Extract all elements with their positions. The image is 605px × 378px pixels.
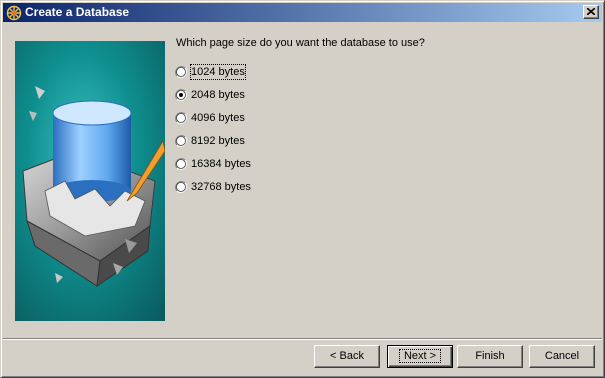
radio-button-icon[interactable] xyxy=(175,66,187,78)
close-button[interactable] xyxy=(583,5,599,19)
database-illustration xyxy=(15,41,165,321)
create-database-dialog: Create a Database Which page size do you… xyxy=(0,0,605,378)
window-title: Create a Database xyxy=(25,5,130,19)
finish-button[interactable]: Finish xyxy=(457,345,523,368)
radio-button-icon[interactable] xyxy=(175,158,187,170)
radio-label[interactable]: 4096 bytes xyxy=(191,111,245,125)
database-wizard-icon xyxy=(6,5,22,21)
radio-label[interactable]: 32768 bytes xyxy=(191,180,251,194)
title-bar[interactable]: Create a Database xyxy=(3,3,602,22)
next-button[interactable]: Next > xyxy=(387,345,453,368)
button-area-separator xyxy=(3,338,602,340)
next-button-label: Next > xyxy=(398,349,442,363)
radio-label[interactable]: 1024 bytes xyxy=(190,64,246,80)
radio-button-icon[interactable] xyxy=(175,112,187,124)
radio-button-selected-icon[interactable] xyxy=(175,89,187,101)
radio-button-icon[interactable] xyxy=(175,135,187,147)
cancel-button[interactable]: Cancel xyxy=(529,345,595,368)
page-size-question: Which page size do you want the database… xyxy=(176,37,425,49)
back-button[interactable]: < Back xyxy=(314,345,380,368)
radio-label[interactable]: 8192 bytes xyxy=(191,134,245,148)
radio-label[interactable]: 16384 bytes xyxy=(191,157,251,171)
close-icon xyxy=(587,8,595,15)
radio-button-icon[interactable] xyxy=(175,181,187,193)
radio-label[interactable]: 2048 bytes xyxy=(191,88,245,102)
